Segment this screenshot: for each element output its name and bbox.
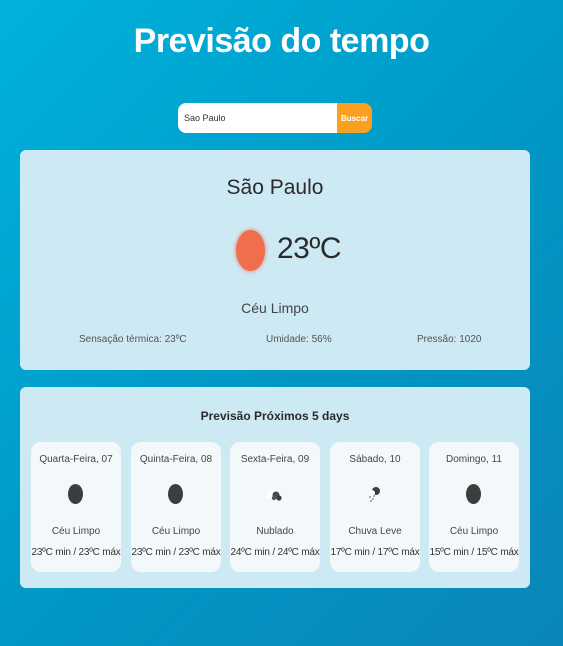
forecast-day-name: Quarta-Feira, 07: [39, 454, 113, 465]
weather-condition: Céu Limpo: [241, 300, 309, 316]
weather-details: Sensação térmica: 23ºC Umidade: 56% Pres…: [20, 334, 530, 348]
forecast-day-name: Domingo, 11: [446, 454, 502, 465]
forecast-title: Previsão Próximos 5 days: [200, 409, 350, 423]
forecast-day-name: Sexta-Feira, 09: [240, 454, 310, 465]
humidity: Umidade: 56%: [266, 334, 332, 345]
forecast-day-name: Sábado, 10: [349, 454, 401, 465]
forecast-day-condition: Céu Limpo: [51, 526, 101, 537]
forecast-day-condition: Chuva Leve: [348, 526, 402, 537]
forecast-day-condition: Céu Limpo: [449, 526, 499, 537]
forecast-day-temps: 24ºC min / 24ºC máx: [230, 547, 320, 558]
forecast-card: Previsão Próximos 5 days Quarta-Feira, 0…: [20, 387, 530, 588]
current-weather-card: São Paulo 23ºC Céu Limpo Sensação térmic…: [20, 150, 530, 370]
clear-night-icon: [466, 484, 481, 504]
forecast-day-card: Sexta-Feira, 09 Nublado 24ºC min / 24ºC …: [230, 442, 320, 572]
search-input[interactable]: [178, 103, 337, 133]
page-title: Previsão do tempo: [133, 22, 430, 60]
current-temperature: 23ºC: [277, 232, 342, 265]
search-button[interactable]: Buscar: [337, 103, 372, 133]
forecast-day-card: Sábado, 10 Chuva Leve 17ºC min / 17ºC má…: [330, 442, 420, 572]
clear-night-icon: [168, 484, 183, 504]
search-bar: Buscar: [178, 103, 372, 133]
forecast-day-condition: Céu Limpo: [151, 526, 201, 537]
forecast-day-condition: Nublado: [256, 526, 294, 537]
forecast-day-card: Quarta-Feira, 07 Céu Limpo 23ºC min / 23…: [31, 442, 121, 572]
forecast-day-name: Quinta-Feira, 08: [139, 454, 213, 465]
forecast-day-temps: 15ºC min / 15ºC máx: [429, 547, 519, 558]
cloud-icon: [265, 484, 285, 504]
forecast-day-temps: 17ºC min / 17ºC máx: [330, 547, 420, 558]
forecast-day-temps: 23ºC min / 23ºC máx: [31, 547, 121, 558]
forecast-day-card: Domingo, 11 Céu Limpo 15ºC min / 15ºC má…: [429, 442, 519, 572]
forecast-day-temps: 23ºC min / 23ºC máx: [131, 547, 221, 558]
city-name: São Paulo: [226, 176, 324, 199]
sun-icon: [236, 230, 265, 271]
clear-night-icon: [68, 484, 83, 504]
rain-icon: [367, 484, 382, 504]
pressure: Pressão: 1020: [417, 334, 482, 345]
feels-like: Sensação térmica: 23ºC: [79, 334, 187, 345]
forecast-day-card: Quinta-Feira, 08 Céu Limpo 23ºC min / 23…: [131, 442, 221, 572]
